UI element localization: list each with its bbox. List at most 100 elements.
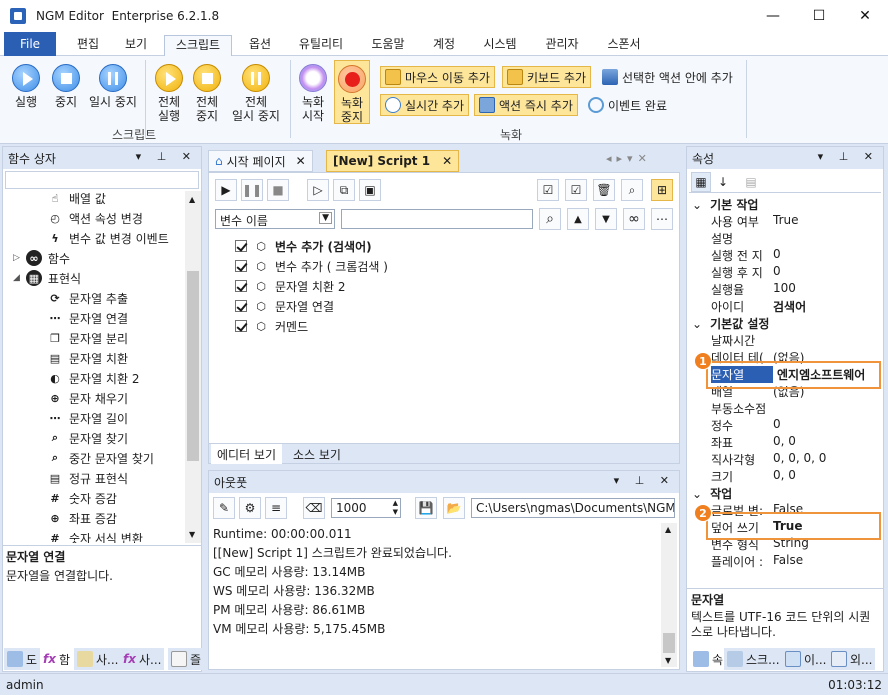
action-enabled-checkbox[interactable] [235, 300, 247, 312]
function-tree-item[interactable]: ⊕ 문자 채우기 [47, 389, 128, 407]
pause-button[interactable]: 일시 중지 [86, 64, 140, 109]
tab-start-page[interactable]: ⌂ 시작 페이지 ✕ [208, 150, 313, 172]
output-list-button[interactable]: ≡ [265, 497, 287, 519]
function-tree-item[interactable]: ◐ 문자열 치환 2 [47, 369, 139, 387]
eraser-button[interactable]: ⌫ [303, 497, 325, 519]
property-value[interactable]: True [773, 213, 881, 230]
output-clear-button[interactable]: ✎ [213, 497, 235, 519]
tree-view-button[interactable]: ⊞ [651, 179, 673, 201]
maximize-button[interactable]: ☐ [796, 0, 842, 32]
property-row[interactable]: 아이디 검색어 [711, 298, 881, 315]
property-row[interactable]: 직사각형 0, 0, 0, 0 [711, 451, 881, 468]
log-path-field[interactable]: C:\Users\ngmas\Documents\NGM6\ [471, 498, 675, 518]
left-tab-user[interactable]: 사... [74, 648, 122, 670]
property-value[interactable]: False [773, 553, 881, 570]
pause-all-button[interactable]: 전체 일시 중지 [226, 64, 286, 123]
tab-editor-view[interactable]: 에디터 보기 [211, 444, 283, 464]
check-button[interactable]: ☑ [565, 179, 587, 201]
loop-button[interactable]: ∞ [623, 208, 645, 230]
move-down-button[interactable]: ▼ [595, 208, 617, 230]
close-button[interactable]: ✕ [842, 0, 888, 32]
more-button[interactable]: ⋯ [651, 208, 673, 230]
save-log-button[interactable]: 💾 [415, 497, 437, 519]
function-tree-item[interactable]: ▤ 문자열 치환 [47, 349, 128, 367]
property-value[interactable]: 0 [773, 264, 881, 281]
editor-step-into-button[interactable]: ▣ [359, 179, 381, 201]
menu-script[interactable]: 스크립트 [164, 35, 232, 56]
property-pages-icon[interactable]: ▤ [741, 172, 761, 192]
menu-sponsor[interactable]: 스폰서 [598, 35, 650, 56]
menu-admin[interactable]: 관리자 [536, 35, 588, 56]
right-tab-script[interactable]: 스크... [724, 648, 783, 670]
add-action-now-button[interactable]: 액션 즉시 추가 [474, 94, 578, 116]
script-action-row[interactable]: ⬡ 문자열 치환 2 [235, 277, 345, 295]
menu-account[interactable]: 계정 [424, 35, 464, 56]
event-complete-button[interactable]: 이벤트 완료 [584, 94, 671, 116]
left-tab-user-function[interactable]: fx 사... [120, 648, 165, 670]
left-tab-favorites[interactable]: 즐 [168, 648, 205, 670]
menu-edit[interactable]: 편집 [68, 35, 108, 56]
property-row[interactable]: 실행 전 지 0 [711, 247, 881, 264]
search-button[interactable]: ⌕ [539, 208, 561, 230]
property-row[interactable]: 좌표 0, 0 [711, 434, 881, 451]
property-category[interactable]: ⌄ 기본 작업 [692, 196, 758, 213]
record-start-button[interactable]: 녹화 시작 [296, 64, 330, 123]
delete-button[interactable]: 🗑 [593, 179, 615, 201]
tab-script-1[interactable]: [New] Script 1 ✕ [326, 150, 460, 172]
property-value[interactable]: 0, 0 [773, 468, 881, 485]
property-row[interactable]: 실행율 100 [711, 281, 881, 298]
property-row[interactable]: 사용 여부 True [711, 213, 881, 230]
property-row[interactable]: 날짜시간 [711, 332, 881, 349]
expand-icon[interactable]: ▷ [13, 253, 20, 263]
panel-controls[interactable]: ▾ ⊥ ✕ [136, 150, 197, 163]
function-tree-item[interactable]: ▤ 정규 표현식 [47, 469, 128, 487]
editor-stop-button[interactable]: ■ [267, 179, 289, 201]
tab-nav-controls[interactable]: ◂▸▾✕ [606, 152, 652, 165]
expand-icon[interactable]: ◢ [13, 273, 20, 283]
action-enabled-checkbox[interactable] [235, 280, 247, 292]
function-tree-item[interactable]: ◴ 액션 속성 변경 [47, 209, 143, 227]
property-row[interactable]: 실행 후 지 0 [711, 264, 881, 281]
function-tree-item[interactable]: # 숫자 서식 변환 [47, 529, 142, 544]
spinner-icon[interactable]: ▲ ▼ [393, 499, 398, 517]
function-tree-scrollbar[interactable]: ▲ ▼ [185, 191, 201, 543]
property-category[interactable]: ⌄ 작업 [692, 485, 732, 502]
property-row[interactable]: 설명 [711, 230, 881, 247]
add-realtime-button[interactable]: 실시간 추가 [380, 94, 470, 116]
script-action-row[interactable]: ⬡ 변수 추가 (검색어) [235, 237, 372, 255]
function-tree-item[interactable]: ⌕ 중간 문자열 찾기 [47, 449, 154, 467]
function-search-input[interactable] [5, 171, 199, 189]
run-button[interactable]: 실행 [6, 64, 46, 109]
collapse-icon[interactable]: ⌄ [692, 317, 702, 331]
function-tree-item[interactable]: ⊕ 좌표 증감 [47, 509, 117, 527]
categorized-icon[interactable]: ▦ [691, 172, 711, 192]
add-mouse-move-button[interactable]: 마우스 이동 추가 [380, 66, 495, 88]
function-tree-item[interactable]: ◢ ▦ 표현식 [13, 269, 81, 287]
action-enabled-checkbox[interactable] [235, 240, 247, 252]
property-value[interactable]: 0, 0, 0, 0 [773, 451, 881, 468]
function-tree-item[interactable]: ❐ 문자열 분리 [47, 329, 128, 347]
editor-step-button[interactable]: ▷ [307, 179, 329, 201]
menu-system[interactable]: 시스템 [474, 35, 526, 56]
property-value[interactable]: 100 [773, 281, 881, 298]
right-tab-properties[interactable]: 속 [690, 648, 727, 670]
property-row[interactable]: 크기 0, 0 [711, 468, 881, 485]
collapse-icon[interactable]: ⌄ [692, 487, 702, 501]
output-panel-controls[interactable]: ▾ ⊥ ✕ [614, 474, 675, 487]
action-enabled-checkbox[interactable] [235, 320, 247, 332]
collapse-icon[interactable]: ⌄ [692, 198, 702, 212]
property-value[interactable]: 0, 0 [773, 434, 881, 451]
output-count-input[interactable]: 1000 ▲ ▼ [331, 498, 401, 518]
check-all-button[interactable]: ☑ [537, 179, 559, 201]
function-tree-item[interactable]: ϟ 변수 값 변경 이벤트 [47, 229, 168, 247]
property-category[interactable]: ⌄ 기본값 설정 [692, 315, 769, 332]
property-value[interactable] [773, 230, 881, 247]
function-tree-item[interactable]: ⋯ 문자열 길이 [47, 409, 129, 427]
script-action-row[interactable]: ⬡ 문자열 연결 [235, 297, 334, 315]
action-enabled-checkbox[interactable] [235, 260, 247, 272]
menu-view[interactable]: 보기 [116, 35, 156, 56]
property-row[interactable]: 정수 0 [711, 417, 881, 434]
move-up-button[interactable]: ▲ [567, 208, 589, 230]
property-value[interactable] [773, 332, 881, 349]
add-keyboard-button[interactable]: 키보드 추가 [502, 66, 592, 88]
